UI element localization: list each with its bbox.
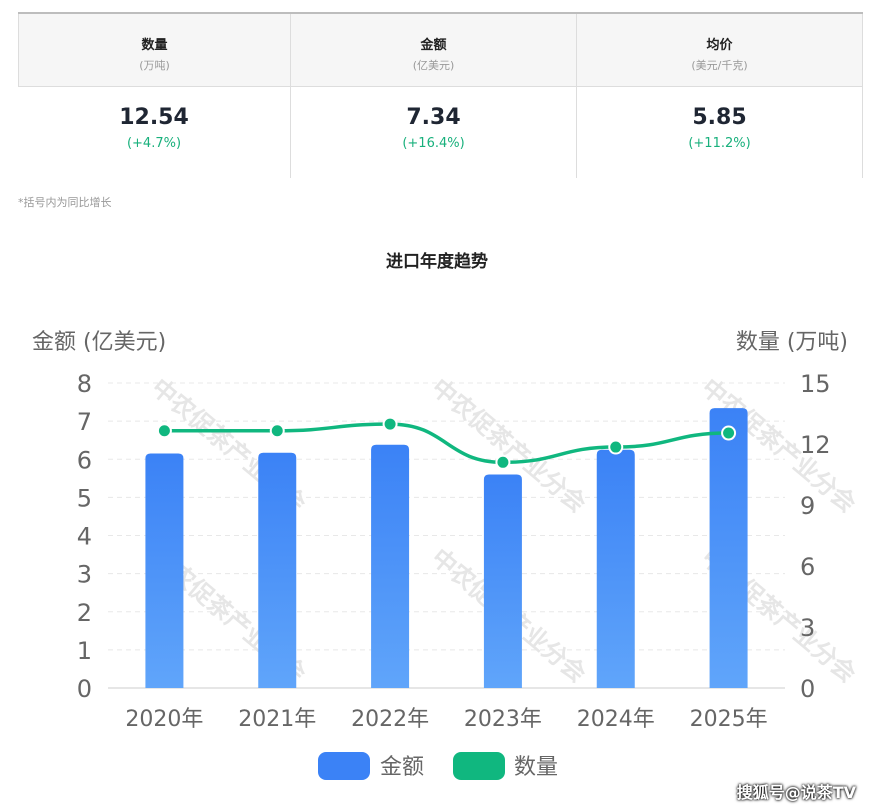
legend-line-label: 数量 — [514, 755, 558, 780]
chart: 中农促茶产业分会 中农促茶产业分会 中农促茶产业分会中农促茶产业分会 中农促茶产业分会… — [32, 330, 861, 780]
y-right-tick-label: 0 — [800, 675, 815, 703]
y-left-tick-label: 4 — [77, 523, 92, 551]
y-right-tick-label: 9 — [800, 492, 815, 520]
y-left-tick-label: 0 — [77, 675, 92, 703]
bar — [145, 453, 184, 688]
line-point — [721, 425, 737, 441]
x-tick-label: 2020年 — [125, 707, 203, 732]
y-left-tick-label: 1 — [77, 637, 92, 665]
bar — [258, 452, 297, 688]
x-tick-label: 2025年 — [690, 707, 768, 732]
x-tick-label: 2021年 — [238, 707, 316, 732]
line-point — [608, 439, 624, 455]
line-point — [269, 423, 285, 439]
y-right-tick-label: 15 — [800, 370, 831, 398]
y-left-tick-label: 6 — [77, 446, 92, 474]
x-tick-label: 2024年 — [577, 707, 655, 732]
bar — [371, 444, 410, 688]
watermark: 搜狐号@说茶TV — [736, 783, 856, 802]
bar — [596, 449, 635, 688]
y-left-tick-label: 3 — [77, 561, 92, 589]
line-point — [382, 416, 398, 432]
y-right-tick-label: 12 — [800, 431, 831, 459]
legend-bar-label: 金额 — [380, 755, 424, 780]
x-tick-label: 2022年 — [351, 707, 429, 732]
x-tick-label: 2023年 — [464, 707, 542, 732]
y-right-tick-label: 6 — [800, 553, 815, 581]
bar — [709, 408, 748, 688]
y-left-tick-label: 5 — [77, 484, 92, 512]
bar — [483, 474, 522, 688]
legend-line-swatch — [453, 752, 505, 780]
y-right-axis-label: 数量 (万吨) — [736, 330, 848, 355]
y-left-tick-label: 8 — [77, 370, 92, 398]
y-left-tick-label: 7 — [77, 408, 92, 436]
y-left-axis-label: 金额 (亿美元) — [32, 330, 166, 355]
line-point — [495, 454, 511, 470]
line-point — [156, 423, 172, 439]
y-right-tick-label: 3 — [800, 614, 815, 642]
y-left-tick-label: 2 — [77, 599, 92, 627]
legend-bar-swatch — [318, 752, 370, 780]
